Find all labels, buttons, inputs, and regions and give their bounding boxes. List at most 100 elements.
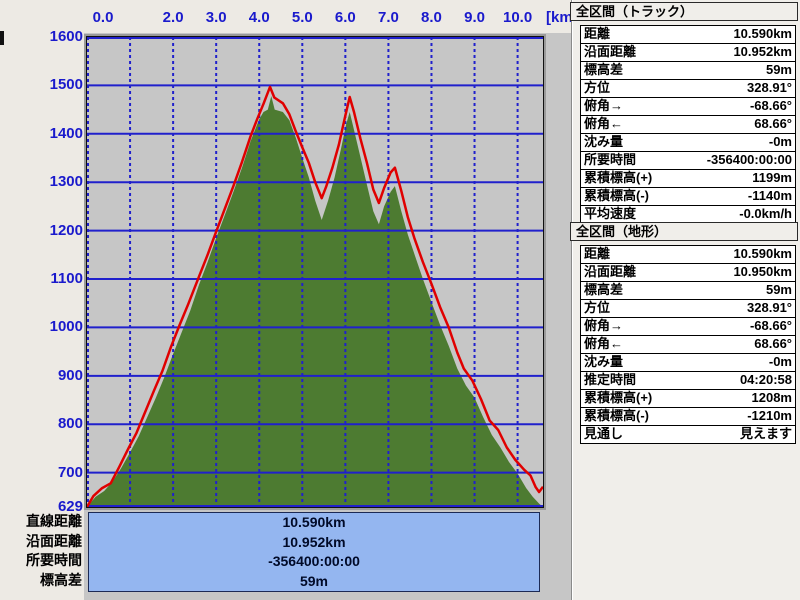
stat-value: -68.66° — [749, 98, 792, 113]
stat-row: 累積標高(+) 1199m — [581, 170, 795, 188]
summary-value: 59m — [299, 572, 329, 589]
stat-value: 328.91° — [747, 300, 792, 315]
stat-label: 方位 — [584, 80, 611, 95]
plot-border — [85, 36, 545, 508]
stat-row: 見通し 見えます — [581, 426, 795, 443]
stat-value: 見えます — [739, 426, 792, 441]
stat-value: -0.0km/h — [739, 206, 792, 221]
stat-value: 1208m — [751, 390, 792, 405]
stat-label: 沿面距離 — [584, 264, 637, 279]
y-axis-tick-label: 800 — [57, 415, 83, 433]
summary-value: 10.590km — [282, 514, 346, 530]
stat-label: 標高差 — [584, 282, 624, 297]
stat-row: 推定時間 04:20:58 — [581, 372, 795, 390]
summary-label: 直線距離 — [26, 513, 82, 529]
stat-value: 68.66° — [754, 336, 792, 351]
terrain-section-header: 全区間（地形） — [570, 222, 798, 241]
stat-value: 68.66° — [754, 116, 792, 131]
stat-value: 59m — [765, 62, 792, 77]
x-axis-tick-label: 6.0 — [334, 9, 356, 26]
stat-row: 沿面距離 10.950km — [581, 264, 795, 282]
stat-value: -1140m — [747, 188, 792, 203]
stat-row: 方位 328.91° — [581, 80, 795, 98]
stat-row: 俯角→ -68.66° — [581, 318, 795, 336]
stat-label: 標高差 — [584, 62, 624, 77]
stat-value: 10.590km — [733, 26, 792, 41]
stat-label: 沈み量 — [584, 354, 624, 369]
summary-label: 所要時間 — [26, 552, 82, 568]
stat-label: 所要時間 — [584, 152, 637, 167]
x-axis-tick-label: 5.0 — [291, 9, 313, 26]
stat-value: 10.950km — [733, 264, 792, 279]
x-axis-tick-label: 3.0 — [205, 9, 227, 26]
x-axis-tick-label: 9.0 — [464, 9, 485, 26]
x-axis-tick-label: 10.0 — [502, 9, 533, 26]
stat-label: 見通し — [584, 426, 624, 441]
stat-value: -0m — [768, 134, 792, 149]
summary-value-box: 10.590km 10.952km -356400:00:00 59m — [88, 512, 540, 592]
x-axis-tick-label: 0.0 — [92, 9, 114, 26]
stat-label: 累積標高(+) — [584, 170, 653, 185]
stat-label: 推定時間 — [584, 372, 637, 387]
stat-value: 59m — [765, 282, 792, 297]
summary-label: 標高差 — [40, 571, 82, 588]
stat-row: 俯角← 68.66° — [581, 116, 795, 134]
stat-row: 距離 10.590km — [581, 246, 795, 264]
stat-label: 距離 — [584, 246, 611, 261]
y-axis-tick-label: 900 — [57, 366, 83, 384]
stat-label: 沈み量 — [584, 134, 624, 149]
stat-label: 沿面距離 — [584, 44, 637, 59]
stat-label: 累積標高(-) — [584, 188, 649, 203]
stat-row: 方位 328.91° — [581, 300, 795, 318]
y-axis-tick-label: 1000 — [49, 318, 83, 336]
y-axis-tick-label: 1600 — [49, 28, 83, 45]
track-section-header: 全区間（トラック） — [570, 2, 798, 21]
stat-row: 累積標高(-) -1140m — [581, 188, 795, 206]
x-axis-tick-label: 7.0 — [377, 9, 399, 26]
stat-value: 10.590km — [733, 246, 792, 261]
stat-value: -1210m — [747, 408, 792, 423]
plot-canvas[interactable] — [85, 37, 545, 508]
stat-row: 標高差 59m — [581, 62, 795, 80]
y-axis-tick-label: 1400 — [49, 124, 83, 142]
stat-value: 10.952km — [733, 44, 792, 59]
stat-label: 累積標高(+) — [584, 390, 653, 405]
summary-label: 沿面距離 — [26, 532, 82, 549]
stat-label: 俯角→ — [584, 98, 624, 113]
stat-value: 328.91° — [747, 80, 792, 95]
stat-value: -68.66° — [749, 318, 792, 333]
x-axis-tick-label: 2.0 — [162, 9, 184, 26]
y-axis-tick-label: 1500 — [49, 76, 83, 94]
stat-value: 04:20:58 — [739, 372, 792, 387]
statistics-panel: 全区間（トラック） 距離 10.590km 沿面距離 10.952km 標高差 59m 方位… — [570, 0, 800, 600]
stat-label: 俯角← — [584, 336, 624, 351]
stat-row: 距離 10.590km — [581, 26, 795, 44]
stat-row: 俯角← 68.66° — [581, 336, 795, 354]
stat-value: -356400:00:00 — [706, 152, 792, 167]
summary-labels: 直線距離沿面距離所要時間標高差 — [0, 512, 84, 590]
summary-value: 10.952km — [282, 533, 346, 550]
y-axis-tick-label: 700 — [57, 463, 83, 481]
stat-label: 俯角← — [584, 116, 624, 131]
y-axis-tick-label: 1300 — [49, 173, 83, 191]
x-axis-tick-label: 8.0 — [421, 9, 442, 26]
stat-value: 1199m — [752, 170, 792, 185]
stat-row: 所要時間 -356400:00:00 — [581, 152, 795, 170]
stat-row: 沈み量 -0m — [581, 134, 795, 152]
stat-label: 俯角→ — [584, 318, 624, 333]
summary-value: -356400:00:00 — [268, 553, 360, 569]
stat-label: 方位 — [584, 300, 611, 315]
stat-row: 沈み量 -0m — [581, 354, 795, 372]
y-axis-tick-label: 1200 — [49, 221, 83, 239]
x-axis-tick-label: 4.0 — [248, 9, 270, 26]
stat-value: -0m — [768, 354, 792, 369]
stat-label: 平均速度 — [584, 206, 637, 221]
stat-row: 沿面距離 10.952km — [581, 44, 795, 62]
stat-label: 距離 — [584, 26, 611, 41]
stat-row: 平均速度 -0.0km/h — [581, 206, 795, 223]
plot-frame — [84, 34, 546, 510]
stat-row: 累積標高(+) 1208m — [581, 390, 795, 408]
track-section-table: 距離 10.590km 沿面距離 10.952km 標高差 59m 方位 328.91° 俯角→… — [580, 25, 796, 224]
stat-label: 累積標高(-) — [584, 408, 649, 423]
stat-row: 標高差 59m — [581, 282, 795, 300]
